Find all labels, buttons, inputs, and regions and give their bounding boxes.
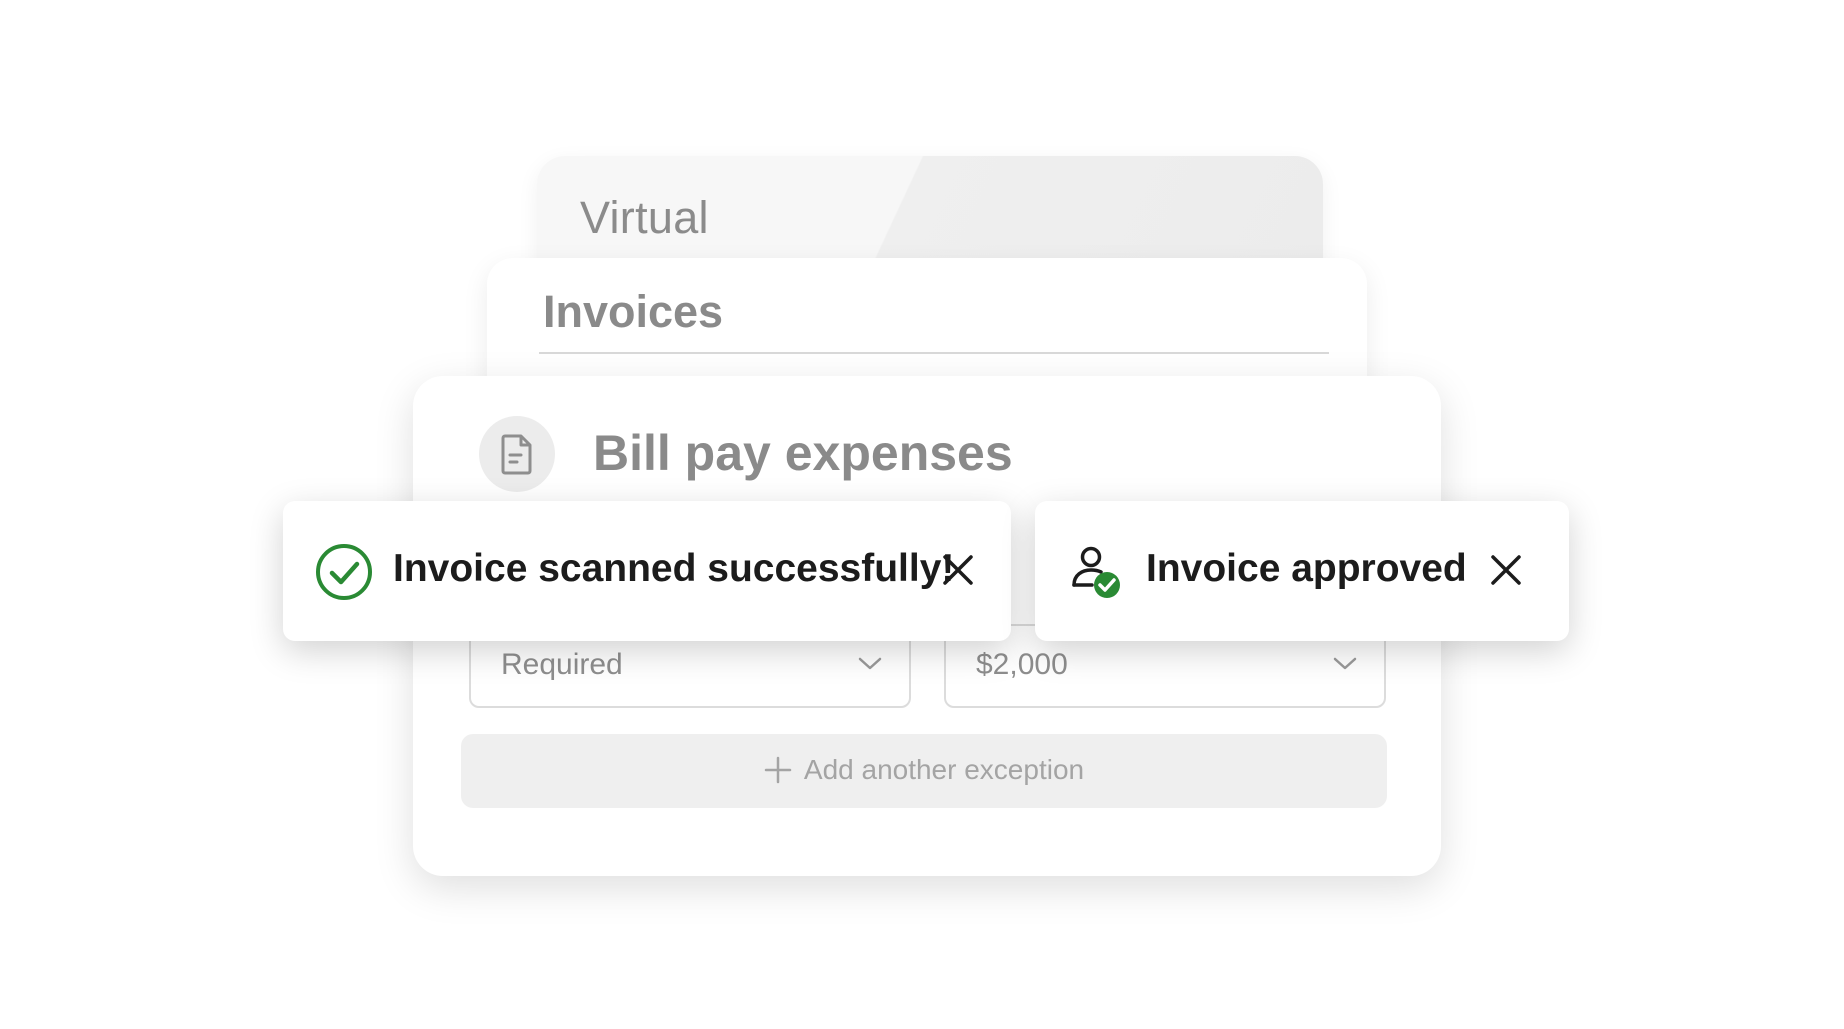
close-icon[interactable] bbox=[941, 553, 975, 587]
card-bill-pay-title: Bill pay expenses bbox=[593, 425, 1013, 481]
approval-select-value: Required bbox=[501, 648, 623, 681]
toast-message: Invoice scanned successfully! bbox=[393, 547, 955, 590]
invoices-divider bbox=[539, 352, 1329, 354]
stage: Virtual Invoices Bill pay expenses Requi… bbox=[0, 0, 1844, 1029]
card-invoices-title: Invoices bbox=[543, 286, 724, 337]
chevron-down-icon bbox=[1333, 657, 1357, 670]
card-virtual-title: Virtual bbox=[580, 192, 709, 243]
toast-message: Invoice approved bbox=[1146, 547, 1467, 590]
close-icon[interactable] bbox=[1489, 553, 1523, 587]
toast-invoice-approved: Invoice approved bbox=[1035, 501, 1569, 641]
amount-select-value: $2,000 bbox=[976, 648, 1068, 681]
toast-invoice-scanned: Invoice scanned successfully! bbox=[283, 501, 1011, 641]
add-exception-label: Add another exception bbox=[803, 754, 1085, 785]
check-circle-icon bbox=[316, 544, 372, 600]
plus-icon bbox=[764, 756, 792, 784]
document-icon bbox=[479, 416, 555, 492]
user-check-icon bbox=[1072, 546, 1120, 598]
add-exception-button[interactable]: Add another exception bbox=[461, 734, 1387, 808]
chevron-down-icon bbox=[858, 657, 882, 670]
